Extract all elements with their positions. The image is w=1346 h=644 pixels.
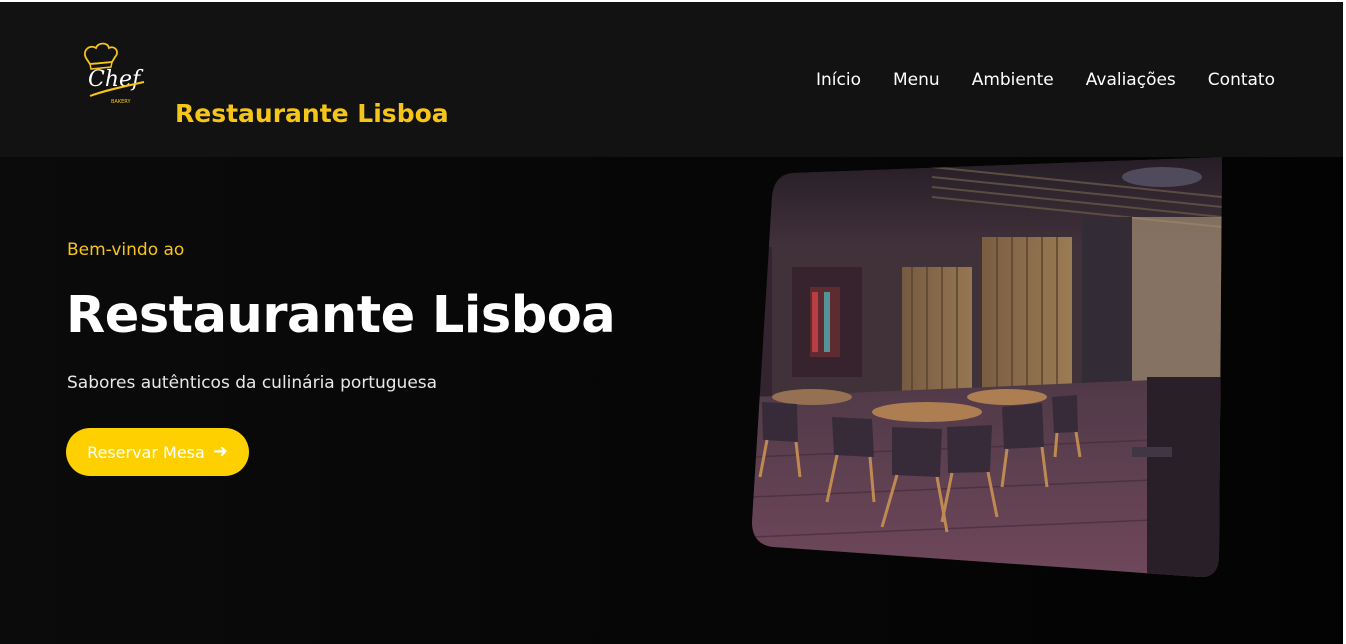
chef-hat-logo-icon: Chef BAKERY <box>84 42 145 105</box>
nav-avaliacoes[interactable]: Avaliações <box>1086 70 1176 90</box>
restaurant-interior-image <box>752 157 1222 578</box>
main-nav: Início Menu Ambiente Avaliações Contato <box>816 70 1275 90</box>
restaurant-photo <box>752 157 1222 579</box>
hero-title: Restaurante Lisboa <box>66 286 616 345</box>
nav-menu[interactable]: Menu <box>893 70 940 90</box>
hero-eyebrow: Bem-vindo ao <box>67 240 185 260</box>
nav-contato[interactable]: Contato <box>1208 70 1275 90</box>
brand-name[interactable]: Restaurante Lisboa <box>175 99 449 128</box>
nav-inicio[interactable]: Início <box>816 70 861 90</box>
nav-ambiente[interactable]: Ambiente <box>972 70 1054 90</box>
chef-logo[interactable]: Chef BAKERY <box>78 40 148 106</box>
hero-subtitle: Sabores autênticos da culinária portugue… <box>67 373 438 393</box>
arrow-right-icon: ➜ <box>212 441 228 462</box>
reserve-table-label: Reservar Mesa <box>87 442 205 462</box>
reserve-table-button[interactable]: Reservar Mesa ➜ <box>66 428 249 476</box>
site-header: Chef BAKERY Restaurante Lisboa Início Me… <box>0 2 1343 157</box>
page: Chef BAKERY Restaurante Lisboa Início Me… <box>0 0 1346 644</box>
logo-subtext: BAKERY <box>111 99 131 105</box>
